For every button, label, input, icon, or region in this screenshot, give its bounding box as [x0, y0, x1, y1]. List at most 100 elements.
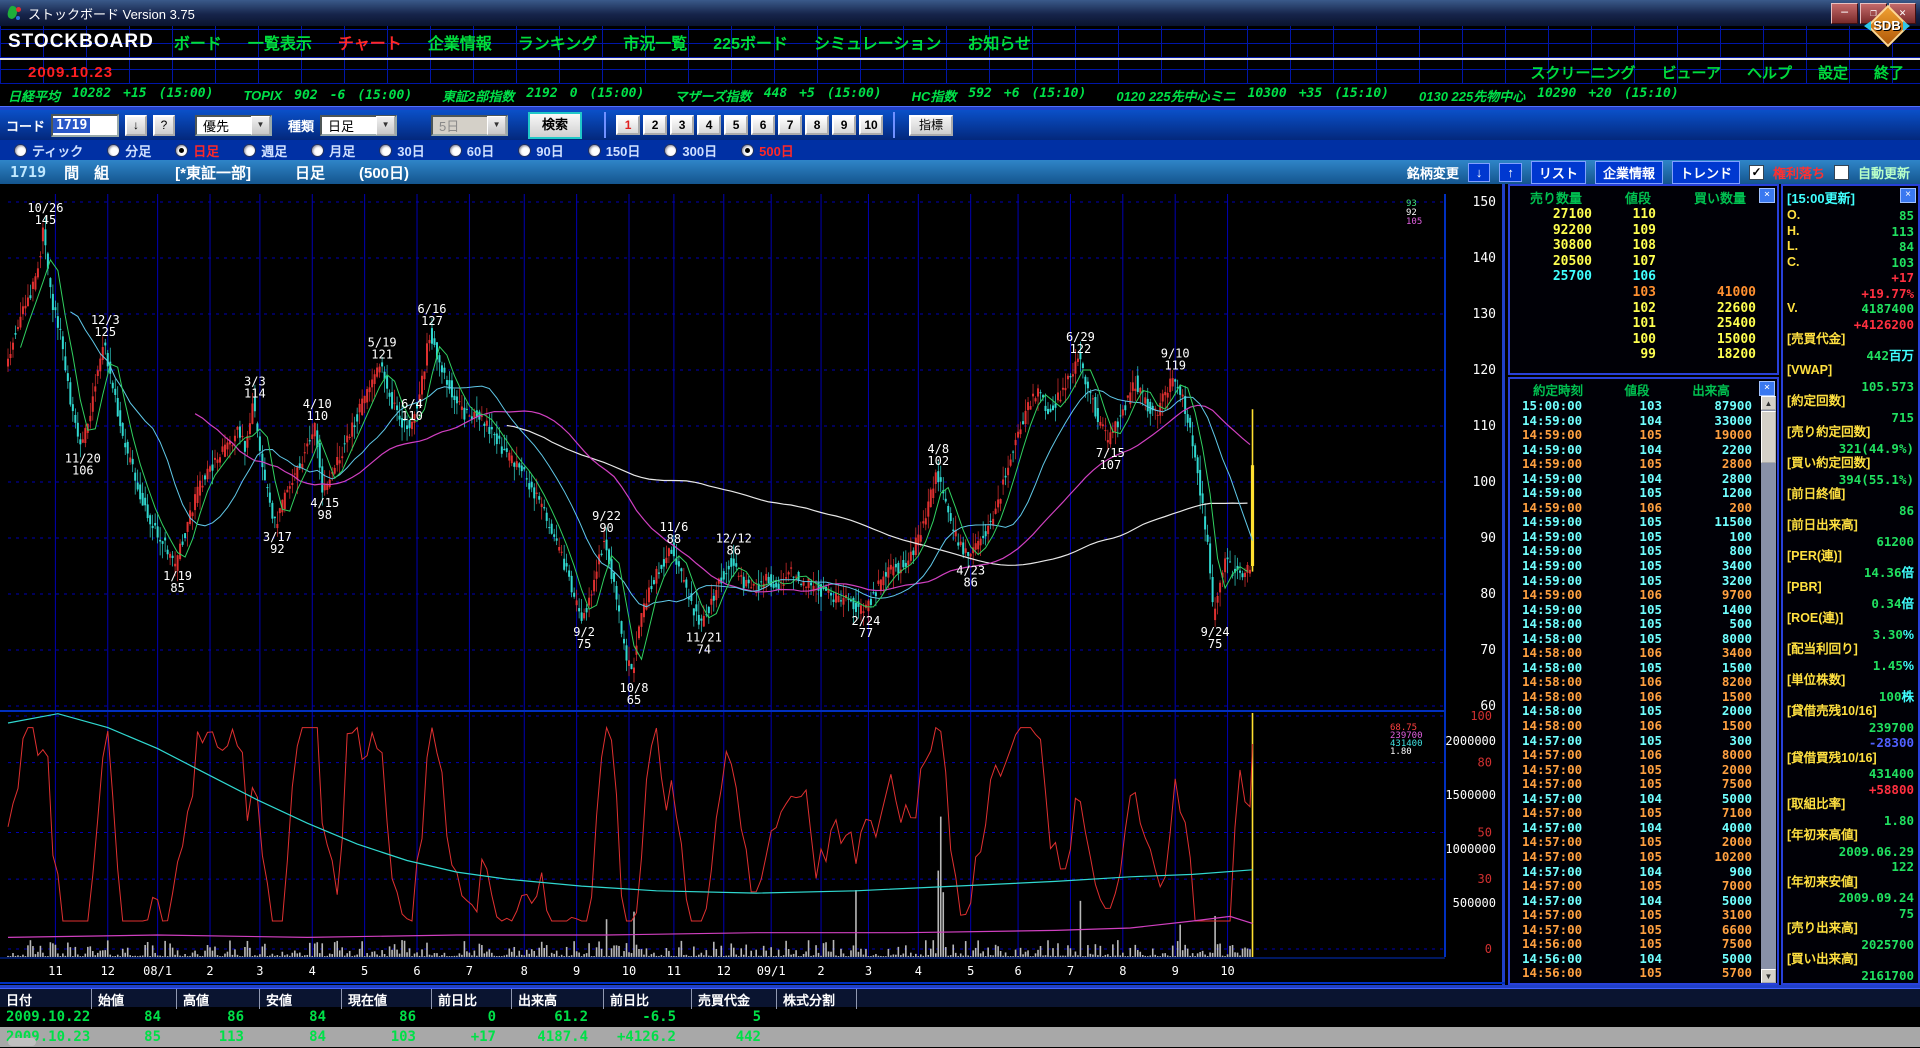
summary-header-cell: 前日比 — [432, 989, 512, 1009]
prev-symbol-button[interactable]: ↓ — [1468, 163, 1491, 182]
period-radio[interactable]: 月足 — [311, 141, 355, 160]
period-radio[interactable]: 90日 — [518, 141, 563, 160]
page-button[interactable]: 1 — [616, 115, 640, 135]
code-down-button[interactable]: ↓ — [125, 115, 147, 136]
stat-line: C. 103 — [1783, 255, 1918, 271]
scroll-up-icon[interactable]: ▲ — [1761, 396, 1776, 410]
trade-row: 14:58:00 106 1500 — [1510, 690, 1777, 705]
scroll-thumb[interactable] — [1761, 411, 1776, 463]
close-icon[interactable]: × — [1900, 188, 1916, 203]
stat-value: 14.36 — [1864, 565, 1902, 580]
menu-item[interactable]: シミュレーション — [814, 30, 941, 54]
price-level: 109 — [1602, 223, 1674, 239]
trade-time: 14:59:00 — [1510, 472, 1606, 487]
period-radio[interactable]: 週足 — [243, 141, 287, 160]
index-change: +5 — [799, 86, 815, 105]
stat-value: 715 — [1891, 410, 1914, 425]
trade-volume: 100 — [1668, 530, 1754, 545]
page-button[interactable]: 6 — [751, 115, 775, 135]
autoupdate-checkbox[interactable] — [1834, 165, 1849, 180]
period-radio[interactable]: 60日 — [449, 141, 494, 160]
header-link[interactable]: ビューア — [1662, 62, 1721, 83]
period-radio[interactable]: ティック — [14, 141, 83, 160]
header-link[interactable]: スクリーニング — [1531, 62, 1636, 83]
page-button[interactable]: 9 — [832, 115, 856, 135]
menu-item[interactable]: ランキング — [518, 30, 598, 54]
period-radio[interactable]: 300日 — [664, 141, 717, 160]
help-button[interactable]: ? — [153, 115, 175, 136]
ask-quantity — [1510, 347, 1602, 363]
trade-volume: 900 — [1668, 865, 1754, 880]
period-radio[interactable]: 150日 — [588, 141, 641, 160]
close-icon[interactable]: × — [1759, 188, 1775, 203]
minimize-icon[interactable]: ─ — [1831, 3, 1858, 24]
header-link[interactable]: 設定 — [1818, 62, 1848, 83]
stat-line: +58800 — [1783, 782, 1918, 798]
stat-value: +58800 — [1869, 782, 1914, 797]
menu-item[interactable]: チャート — [338, 30, 402, 54]
price-level: 100 — [1602, 332, 1674, 348]
period-radio[interactable]: 500日 — [741, 141, 794, 160]
stat-line: [前日終値] — [1783, 487, 1918, 503]
page-button[interactable]: 10 — [859, 115, 883, 135]
trade-row: 14:58:00 106 3400 — [1510, 646, 1777, 661]
next-symbol-button[interactable]: ↑ — [1499, 163, 1522, 182]
search-button[interactable]: 検索 — [528, 112, 582, 139]
svg-text:0: 0 — [1485, 942, 1492, 956]
period-radio[interactable]: 分足 — [107, 141, 151, 160]
corp-info-button[interactable]: 企業情報 — [1595, 161, 1663, 184]
close-icon[interactable]: × — [1759, 381, 1775, 396]
page-button[interactable]: 8 — [805, 115, 829, 135]
svg-text:122: 122 — [1070, 342, 1092, 356]
scrollbar[interactable]: ▲ ▼ — [1761, 396, 1776, 983]
svg-text:9: 9 — [1172, 964, 1179, 978]
page-button[interactable]: 7 — [778, 115, 802, 135]
symbol-name: 間 組 — [64, 162, 109, 183]
indicator-button[interactable]: 指標 — [909, 115, 953, 136]
scroll-down-icon[interactable]: ▼ — [1761, 969, 1776, 983]
summary-row[interactable]: 2009.10.22 848684 86061.2 -6.55 — [0, 1007, 1920, 1027]
menu-item[interactable]: ボード — [174, 30, 222, 54]
trade-time: 14:57:00 — [1510, 879, 1606, 894]
page-button[interactable]: 5 — [724, 115, 748, 135]
trend-button[interactable]: トレンド — [1672, 161, 1740, 184]
stat-line: O. 85 — [1783, 208, 1918, 224]
rights-checkbox[interactable]: ✓ — [1749, 165, 1764, 180]
trade-time: 14:59:00 — [1510, 457, 1606, 472]
menu-item[interactable]: 一覧表示 — [248, 30, 312, 54]
trade-volume: 3400 — [1668, 559, 1754, 574]
trade-row: 14:57:00 106 8000 — [1510, 748, 1777, 763]
page-button[interactable]: 2 — [643, 115, 667, 135]
trade-price: 105 — [1606, 486, 1668, 501]
menu-item[interactable]: 市況一覧 — [623, 30, 687, 54]
trade-time: 14:56:00 — [1510, 952, 1606, 967]
period-radio[interactable]: 30日 — [379, 141, 424, 160]
horizontal-scroll-thumb[interactable] — [8, 1038, 36, 1046]
trade-time: 14:59:00 — [1510, 574, 1606, 589]
menu-item[interactable]: 225ボード — [713, 30, 788, 54]
header-link[interactable]: ヘルプ — [1747, 62, 1792, 83]
priority-select[interactable]: 優先▼ — [195, 115, 272, 136]
radio-icon — [449, 144, 462, 157]
stat-line: [配当利回り] — [1783, 642, 1918, 658]
code-input[interactable]: 1719 — [51, 114, 119, 137]
menu-item[interactable]: 企業情報 — [428, 30, 492, 54]
list-button[interactable]: リスト — [1531, 161, 1586, 184]
page-button[interactable]: 3 — [670, 115, 694, 135]
price-level: 99 — [1602, 347, 1674, 363]
period-label: 60日 — [467, 141, 494, 160]
stat-value: 100 — [1879, 689, 1902, 704]
menu-item[interactable]: お知らせ — [967, 30, 1031, 54]
app-icon — [6, 5, 22, 21]
kind-select[interactable]: 日足▼ — [320, 115, 397, 136]
page-button[interactable]: 4 — [697, 115, 721, 135]
trade-row: 14:57:00 105 6600 — [1510, 923, 1777, 938]
period-radio[interactable]: 日足 — [175, 141, 219, 160]
summary-row[interactable]: 2009.10.23 8511384 103+174187.4 +4126.24… — [0, 1027, 1920, 1047]
stat-label: [PER(連)] — [1787, 549, 1842, 565]
stat-value: 86 — [1899, 503, 1914, 518]
ticker-item: マザーズ指数448+5(15:00) — [674, 86, 881, 105]
header-link[interactable]: 終了 — [1874, 62, 1904, 83]
summary-header-row: 日付始値高値安値現在値前日比出来高前日比売買代金株式分割 — [0, 988, 1920, 1007]
trade-volume: 7100 — [1668, 806, 1754, 821]
